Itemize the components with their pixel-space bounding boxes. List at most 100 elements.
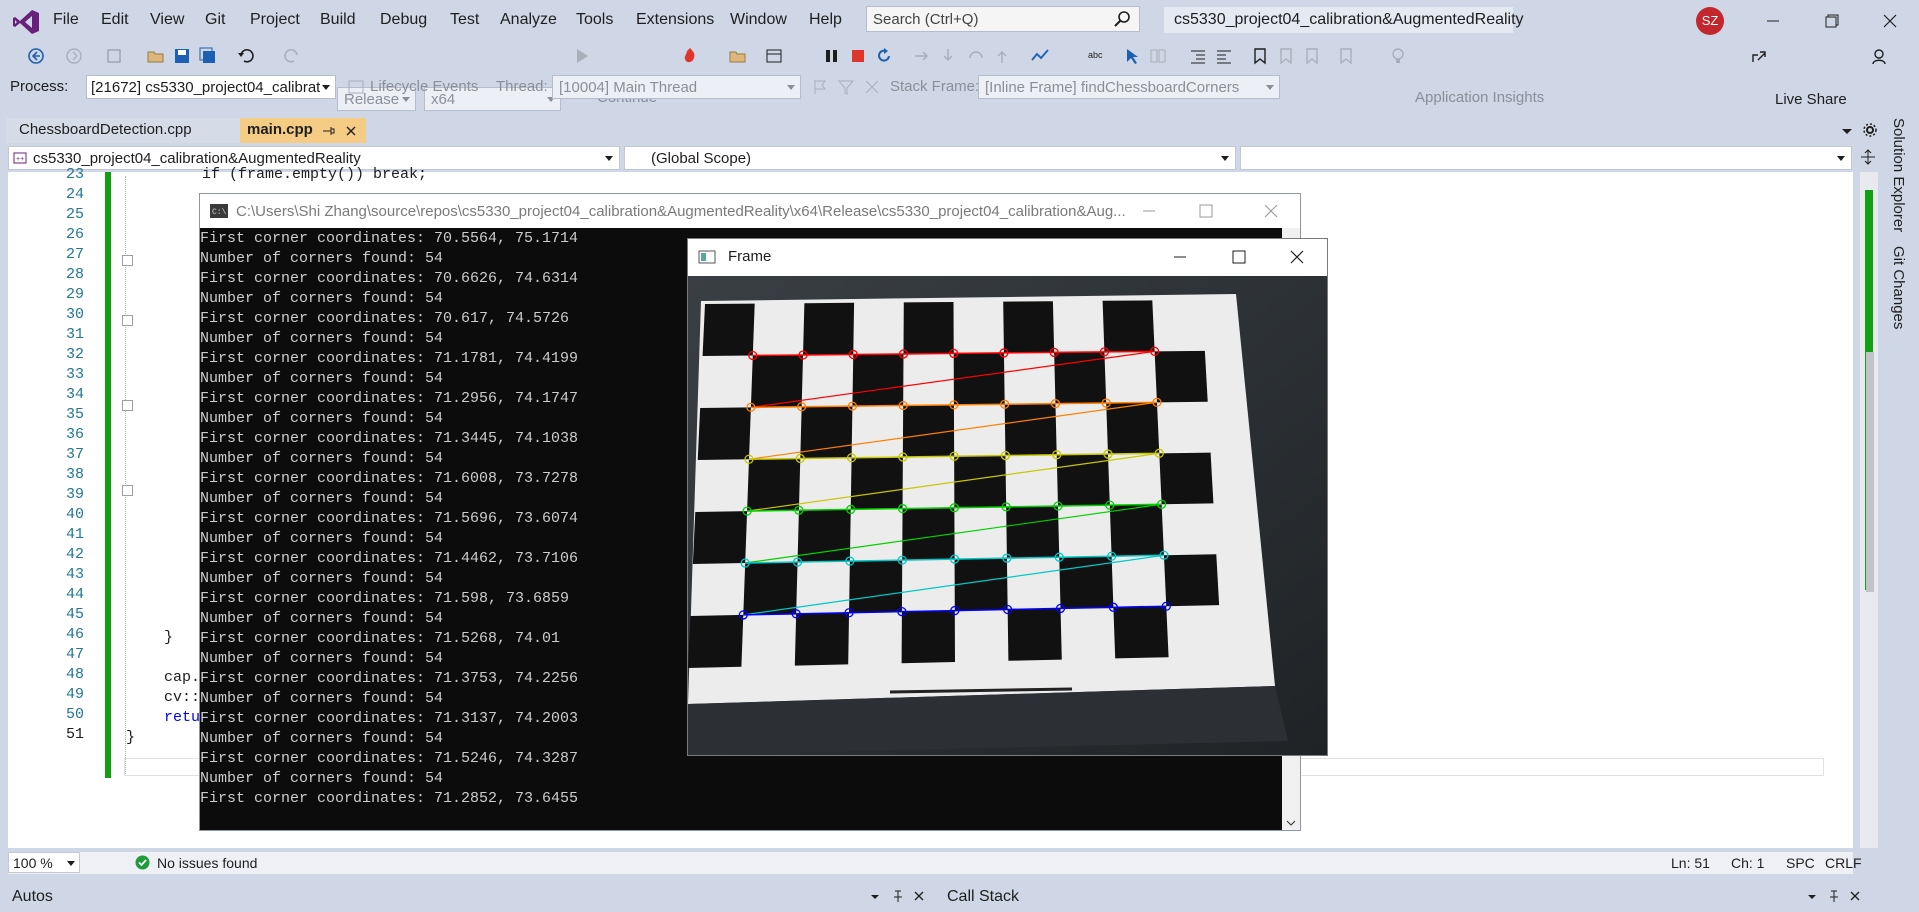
process-select[interactable]: [21672] cs5330_project04_calibrat: [86, 75, 336, 99]
panel-close-icon[interactable]: [912, 889, 926, 903]
stack-frame-select[interactable]: [Inline Frame] findChessboardCorners: [978, 75, 1280, 99]
forward-icon[interactable]: [64, 46, 84, 66]
frame-close-icon[interactable]: [1289, 249, 1305, 265]
pin-icon[interactable]: [322, 124, 336, 138]
line-number: 25: [65, 206, 84, 223]
menu-item-tools[interactable]: Tools: [576, 11, 613, 29]
menu-item-window[interactable]: Window: [730, 11, 787, 29]
open-folder-icon[interactable]: [146, 46, 166, 66]
share-icon[interactable]: [1750, 46, 1770, 66]
search-icon[interactable]: [1113, 10, 1131, 28]
feedback-icon[interactable]: [1871, 46, 1891, 66]
menu-item-project[interactable]: Project: [250, 11, 300, 29]
settings-gear-icon[interactable]: [1862, 122, 1878, 138]
minimize-icon[interactable]: [1760, 8, 1786, 34]
restore-icon[interactable]: [1819, 8, 1845, 34]
git-changes-tab[interactable]: Git Changes: [1890, 246, 1907, 329]
close-icon[interactable]: [1877, 8, 1903, 34]
avatar[interactable]: SZ: [1696, 7, 1724, 35]
panel-pin-icon[interactable]: [1827, 889, 1841, 903]
clear-bookmarks-icon[interactable]: [1336, 46, 1356, 66]
menu-item-file[interactable]: File: [53, 11, 79, 29]
step-over-icon[interactable]: [966, 46, 986, 66]
next-bookmark-icon[interactable]: [1302, 46, 1322, 66]
line-indicator[interactable]: Ln: 51: [1671, 855, 1710, 871]
save-icon[interactable]: [172, 46, 192, 66]
step-into-icon[interactable]: [938, 46, 958, 66]
bookmark-icon[interactable]: [1250, 46, 1270, 66]
frame-minimize-icon[interactable]: [1172, 249, 1188, 265]
menu-item-edit[interactable]: Edit: [101, 11, 129, 29]
menu-item-analyze[interactable]: Analyze: [500, 11, 557, 29]
call-stack-panel-header[interactable]: Call Stack: [945, 882, 1880, 912]
compare-icon[interactable]: [1148, 46, 1168, 66]
outdent-icon[interactable]: [1188, 46, 1208, 66]
prev-bookmark-icon[interactable]: [1276, 46, 1296, 66]
step-out-icon[interactable]: [992, 46, 1012, 66]
menu-item-test[interactable]: Test: [450, 11, 479, 29]
indent-icon[interactable]: [1214, 46, 1234, 66]
scope-navigation-select[interactable]: (Global Scope): [624, 146, 1236, 170]
tab-chessboard-detection[interactable]: ChessboardDetection.cpp: [6, 118, 240, 143]
layout-icon[interactable]: [764, 46, 784, 66]
console-titlebar[interactable]: C:\ C:\Users\Shi Zhang\source\repos\cs53…: [200, 194, 1300, 228]
console-minimize-icon[interactable]: [1140, 202, 1158, 220]
fold-toggle-icon[interactable]: [122, 400, 133, 411]
search-input[interactable]: Search (Ctrl+Q): [866, 6, 1140, 32]
autos-panel-header[interactable]: Autos: [0, 882, 939, 912]
back-icon[interactable]: [26, 46, 46, 66]
console-close-icon[interactable]: [1262, 202, 1280, 220]
member-navigation-select[interactable]: [1240, 146, 1852, 170]
pause-icon[interactable]: [822, 46, 842, 66]
panel-close-icon[interactable]: [1848, 889, 1862, 903]
expand-stacks-icon[interactable]: [862, 77, 882, 97]
line-ending-indicator[interactable]: CRLF: [1825, 855, 1862, 871]
menu-item-debug[interactable]: Debug: [380, 11, 427, 29]
redo-icon[interactable]: [282, 46, 302, 66]
panel-pin-icon[interactable]: [891, 889, 905, 903]
lifecycle-events-button[interactable]: Lifecycle Events: [370, 78, 478, 95]
scroll-down-icon[interactable]: [1286, 818, 1296, 828]
chessboard-square: [688, 614, 744, 668]
lightbulb-icon[interactable]: [1388, 46, 1408, 66]
solution-explorer-tab[interactable]: Solution Explorer: [1890, 118, 1907, 232]
hot-reload-icon[interactable]: [680, 46, 700, 66]
show-next-statement-icon[interactable]: [912, 46, 932, 66]
fold-toggle-icon[interactable]: [122, 485, 133, 496]
save-all-icon[interactable]: [198, 46, 218, 66]
menu-item-extensions[interactable]: Extensions: [636, 11, 714, 29]
tab-main-cpp[interactable]: main.cpp: [240, 118, 366, 143]
spell-icon[interactable]: abc: [1086, 46, 1106, 66]
frame-maximize-icon[interactable]: [1231, 249, 1247, 265]
panel-menu-icon[interactable]: [870, 892, 880, 902]
close-tab-icon[interactable]: [344, 124, 358, 138]
thread-select[interactable]: [10004] Main Thread: [552, 75, 801, 99]
issues-status[interactable]: No issues found: [157, 855, 257, 871]
undo-icon[interactable]: [236, 46, 256, 66]
flag-icon[interactable]: [810, 77, 830, 97]
new-item-icon[interactable]: [104, 46, 124, 66]
stop-icon[interactable]: [848, 46, 868, 66]
cursor-icon[interactable]: [1122, 46, 1142, 66]
frame-titlebar[interactable]: Frame: [688, 239, 1327, 276]
vertical-scrollbar[interactable]: [1860, 172, 1878, 848]
menu-item-git[interactable]: Git: [205, 11, 225, 29]
frame-window[interactable]: Frame: [687, 238, 1328, 756]
menu-item-help[interactable]: Help: [809, 11, 842, 29]
fold-toggle-icon[interactable]: [122, 255, 133, 266]
whitespace-indicator[interactable]: SPC: [1786, 855, 1815, 871]
tab-overflow-icon[interactable]: [1840, 124, 1854, 138]
menu-item-view[interactable]: View: [150, 11, 184, 29]
diagnostics-icon[interactable]: [1030, 46, 1050, 66]
folder-icon[interactable]: [728, 46, 748, 66]
panel-menu-icon[interactable]: [1807, 892, 1817, 902]
column-indicator[interactable]: Ch: 1: [1731, 855, 1764, 871]
split-editor-icon[interactable]: [1860, 149, 1876, 165]
menu-item-build[interactable]: Build: [320, 11, 356, 29]
zoom-select[interactable]: 100 %: [8, 852, 80, 873]
filter-icon[interactable]: [836, 77, 856, 97]
fold-toggle-icon[interactable]: [122, 315, 133, 326]
continue-play-icon[interactable]: [572, 46, 592, 66]
console-maximize-icon[interactable]: [1197, 202, 1215, 220]
restart-icon[interactable]: [874, 46, 894, 66]
